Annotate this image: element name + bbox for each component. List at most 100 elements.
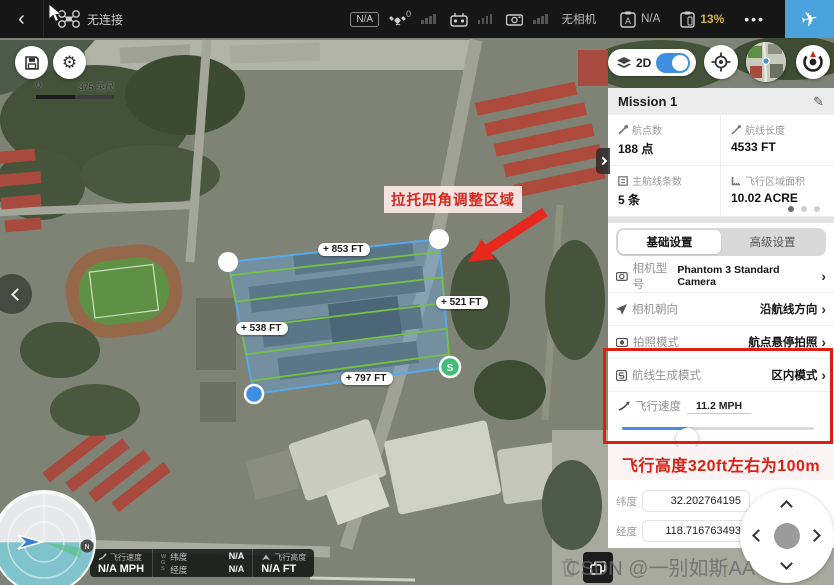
save-icon xyxy=(24,55,40,71)
chevron-right-icon: › xyxy=(821,367,826,383)
chevron-right-icon: › xyxy=(821,268,826,284)
latitude-label: 纬度 xyxy=(616,494,642,509)
checklist-icon: A xyxy=(620,11,636,28)
vertex-handle-bottom-left[interactable] xyxy=(245,385,263,403)
minimap-thumbnail[interactable] xyxy=(746,42,786,82)
checklist-value: N/A xyxy=(641,13,660,25)
airplane-icon: ✈ xyxy=(799,6,820,33)
area-ruler-icon xyxy=(731,176,741,186)
satellite-icon xyxy=(389,12,406,27)
camera-icon xyxy=(616,271,628,281)
tab-basic-settings[interactable]: 基础设置 xyxy=(618,230,721,254)
chevron-left-icon xyxy=(11,288,24,301)
telemetry-bar: 飞行速度 N/A MPH WGS 纬度N/A 经度N/A 飞行高度 N/A FT xyxy=(90,549,314,577)
row-camera-heading[interactable]: 相机朝向 沿航线方向 › xyxy=(608,293,834,326)
vertex-handle-top-right[interactable] xyxy=(429,229,449,249)
edge-length-label-top[interactable]: + 853 FT xyxy=(318,243,370,256)
coord-system-label: WGS xyxy=(161,554,166,572)
photo-mode-icon xyxy=(616,337,628,347)
stat-main-lines: 主航线条数 5 条 xyxy=(608,166,721,217)
scale-bar xyxy=(36,95,114,99)
flight-speed-setting: 飞行速度 11.2 MPH xyxy=(608,392,834,442)
route-mode-icon xyxy=(616,370,627,381)
map-settings-button[interactable]: ⚙ xyxy=(53,46,86,79)
gps-mode-badge: N/A xyxy=(350,12,379,27)
edge-length-label-bottom[interactable]: + 797 FT xyxy=(341,372,393,385)
more-menu-button[interactable]: ••• xyxy=(734,11,775,27)
telemetry-altitude: 飞行高度 N/A FT xyxy=(252,549,314,577)
heading-arrow-icon xyxy=(616,304,627,315)
status-bar: ‹ 无连接 N/A 0 xyxy=(0,0,834,38)
annotation-drag-corners: 拉托四角调整区域 xyxy=(384,186,522,213)
nudge-center-button[interactable] xyxy=(774,523,800,549)
tab-advanced-settings[interactable]: 高级设置 xyxy=(721,230,824,254)
view-mode-label: 2D xyxy=(636,56,651,70)
mouse-cursor xyxy=(48,3,62,23)
camera-status: 无相机 xyxy=(562,11,597,27)
longitude-label: 经度 xyxy=(616,524,642,539)
locate-icon xyxy=(711,52,731,72)
start-point-marker[interactable]: S xyxy=(440,357,460,377)
svg-text:S: S xyxy=(447,363,454,374)
compass-reset-button[interactable] xyxy=(796,45,830,79)
speed-value-input[interactable]: 11.2 MPH xyxy=(687,399,751,414)
back-button[interactable]: ‹ xyxy=(0,0,44,38)
attitude-compass[interactable]: N xyxy=(0,490,96,585)
svg-text:N: N xyxy=(84,544,89,551)
stat-waypoints: 航点数 188 点 xyxy=(608,115,721,166)
app-screen: S + 853 FT + 521 FT + 538 FT + 797 FT 拉托… xyxy=(0,0,834,585)
gear-icon: ⚙ xyxy=(62,53,77,73)
edit-mission-name-icon[interactable]: ✎ xyxy=(813,94,824,110)
locate-me-button[interactable] xyxy=(704,45,738,79)
nudge-down-icon[interactable] xyxy=(780,557,793,570)
battery-icon xyxy=(680,11,695,28)
edge-length-label-left[interactable]: + 538 FT xyxy=(236,322,288,335)
scale-zero: 0 xyxy=(36,80,41,93)
takeoff-button[interactable]: ✈ xyxy=(785,0,834,38)
svg-text:A: A xyxy=(625,16,631,26)
edge-length-label-right[interactable]: + 521 FT xyxy=(436,296,488,309)
stats-page-dots[interactable] xyxy=(788,206,820,212)
stat-route-length: 航线长度 4533 FT xyxy=(721,115,834,166)
settings-tabs: 基础设置 高级设置 xyxy=(608,223,834,260)
speed-slider[interactable] xyxy=(622,416,820,440)
telemetry-coordinates: WGS 纬度N/A 经度N/A xyxy=(152,549,252,577)
nudge-up-icon[interactable] xyxy=(780,500,793,513)
gps-signal-bars xyxy=(421,14,436,24)
speed-icon xyxy=(618,401,630,412)
2d-toggle-switch[interactable] xyxy=(656,53,690,73)
minimap-image xyxy=(746,42,786,82)
longitude-input[interactable]: 118.716763493 xyxy=(642,520,750,542)
compass-icon xyxy=(802,51,824,73)
altitude-icon xyxy=(261,553,271,561)
watermark: CSDN @一别如斯AA xyxy=(560,552,755,581)
nudge-right-icon[interactable] xyxy=(808,529,821,542)
route-length-icon xyxy=(731,125,741,135)
speed-icon xyxy=(98,553,107,561)
row-route-mode[interactable]: 航线生成模式 区内模式 › xyxy=(608,359,834,392)
satellite-count: 0 xyxy=(406,9,411,19)
chevron-right-icon xyxy=(599,157,607,165)
battery-percent: 13% xyxy=(700,12,724,26)
connection-status: 无连接 xyxy=(87,11,123,28)
camera-link-icon xyxy=(506,13,523,26)
view-mode-2d-toggle[interactable]: 2D xyxy=(608,49,696,76)
row-photo-mode[interactable]: 拍照模式 航点悬停拍照 › xyxy=(608,326,834,359)
latitude-input[interactable]: 32.202764195 xyxy=(642,490,750,512)
panel-collapse-tab[interactable] xyxy=(596,148,610,174)
save-mission-button[interactable] xyxy=(15,46,48,79)
mission-title: Mission 1 xyxy=(618,94,677,109)
mission-header: Mission 1 ✎ xyxy=(608,88,834,115)
lines-icon xyxy=(618,176,628,186)
nudge-left-icon[interactable] xyxy=(752,529,765,542)
row-camera-model[interactable]: 相机型号 Phantom 3 Standard Camera › xyxy=(608,260,834,293)
camera-signal-bars xyxy=(533,14,548,24)
mission-stats: 航点数 188 点 航线长度 4533 FT 主航线条数 5 条 飞行区域面积 … xyxy=(608,115,834,223)
waypoint-icon xyxy=(618,125,628,135)
telemetry-speed: 飞行速度 N/A MPH xyxy=(90,549,152,577)
rc-signal-bars xyxy=(478,14,493,24)
trash-icon xyxy=(560,557,578,577)
chevron-right-icon: › xyxy=(821,301,826,317)
remote-controller-icon xyxy=(450,12,468,27)
vertex-handle-top-left[interactable] xyxy=(218,252,238,272)
